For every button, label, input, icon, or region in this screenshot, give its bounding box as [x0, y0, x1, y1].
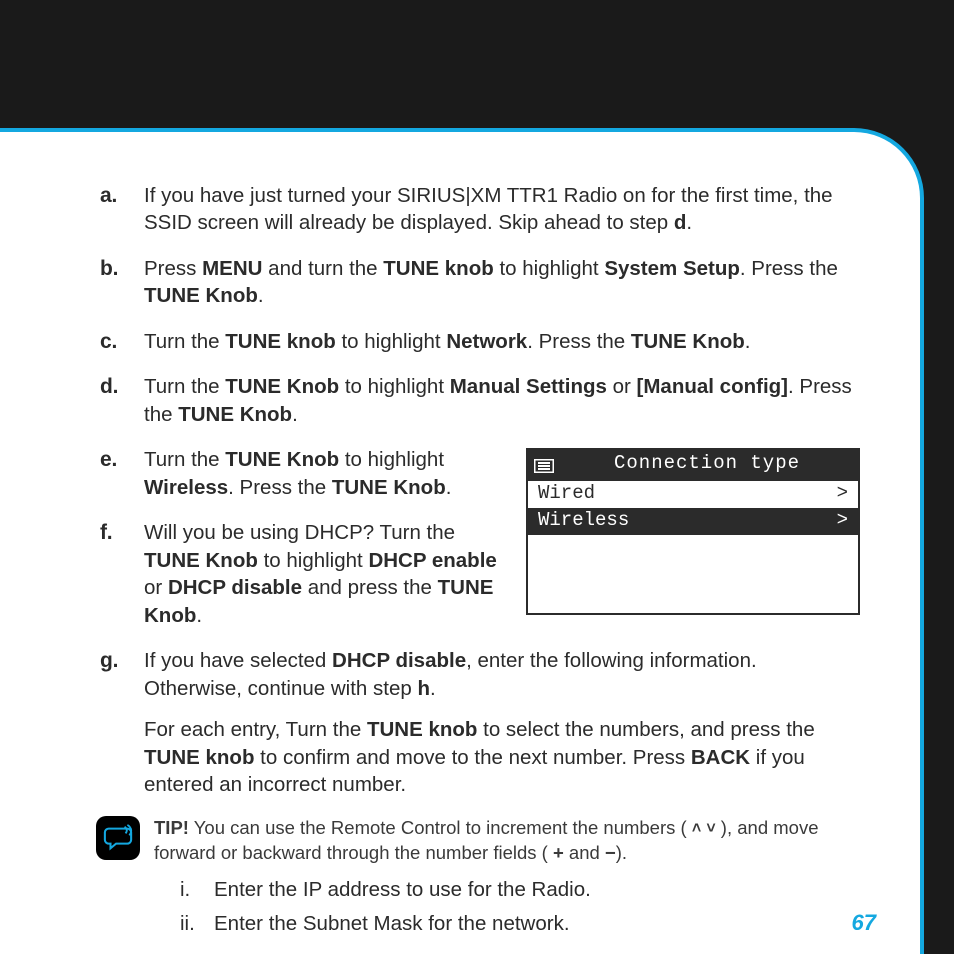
step-d: d. Turn the TUNE Knob to highlight Manua…: [100, 373, 860, 428]
step-text: Turn the TUNE Knob to highlight Wireless…: [144, 448, 451, 498]
step-b: b. Press MENU and turn the TUNE knob to …: [100, 255, 860, 310]
tip-label: TIP!: [154, 817, 189, 838]
page-content: a. If you have just turned your SIRIUS|X…: [100, 182, 860, 937]
substep-text: Enter the IP address to use for the Radi…: [214, 878, 591, 901]
step-text: If you have just turned your SIRIUS|XM T…: [144, 184, 833, 234]
tip-body: You can use the Remote Control to increm…: [154, 817, 818, 863]
step-e: e. Connection type Wired: [100, 446, 860, 501]
step-marker: c.: [100, 328, 117, 356]
chevron-right-icon: >: [837, 482, 848, 506]
step-text: Will you be using DHCP? Turn the TUNE Kn…: [144, 521, 497, 626]
manual-page: a. If you have just turned your SIRIUS|X…: [0, 128, 924, 954]
speech-bubble-icon: [96, 816, 140, 860]
step-text: Turn the TUNE knob to highlight Network.…: [144, 330, 750, 353]
substep-list: i. Enter the IP address to use for the R…: [180, 876, 860, 937]
substep-text: Enter the Subnet Mask for the network.: [214, 912, 570, 935]
substep-marker: i.: [180, 876, 190, 903]
step-g: g. If you have selected DHCP disable, en…: [100, 647, 860, 798]
step-marker: e.: [100, 446, 117, 474]
step-g-subtext: For each entry, Turn the TUNE knob to se…: [144, 716, 860, 798]
device-row-wired: Wired >: [528, 481, 858, 508]
step-c: c. Turn the TUNE knob to highlight Netwo…: [100, 328, 860, 355]
step-marker: d.: [100, 373, 118, 401]
step-text: Press MENU and turn the TUNE knob to hig…: [144, 257, 838, 307]
substep-i: i. Enter the IP address to use for the R…: [180, 876, 860, 903]
step-marker: a.: [100, 182, 117, 210]
step-a: a. If you have just turned your SIRIUS|X…: [100, 182, 860, 237]
substep-ii: ii. Enter the Subnet Mask for the networ…: [180, 910, 860, 937]
device-title: Connection type: [562, 452, 852, 476]
step-f: f. Will you be using DHCP? Turn the TUNE…: [100, 519, 860, 629]
tip-block: TIP! You can use the Remote Control to i…: [96, 816, 860, 866]
step-marker: g.: [100, 647, 118, 675]
step-marker: b.: [100, 255, 118, 283]
step-marker: f.: [100, 519, 112, 547]
menu-list-icon: [534, 457, 554, 471]
page-number: 67: [852, 910, 876, 936]
step-text: If you have selected DHCP disable, enter…: [144, 649, 757, 699]
substep-marker: ii.: [180, 910, 195, 937]
step-text: Turn the TUNE Knob to highlight Manual S…: [144, 375, 852, 425]
tip-text: TIP! You can use the Remote Control to i…: [154, 816, 860, 866]
step-list: a. If you have just turned your SIRIUS|X…: [100, 182, 860, 798]
device-row-label: Wired: [538, 482, 595, 506]
device-titlebar: Connection type: [528, 450, 858, 481]
